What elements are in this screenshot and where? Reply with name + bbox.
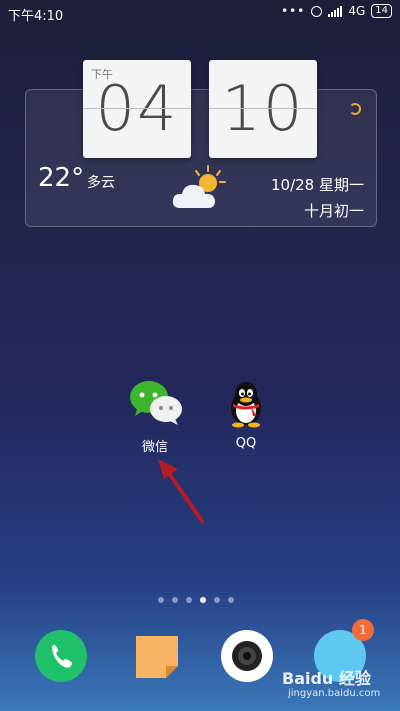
status-bar: 下午4:10 ••• 4G 14 bbox=[0, 0, 400, 26]
red-arrow-annotation bbox=[158, 459, 204, 523]
notes-icon bbox=[136, 636, 178, 678]
qq-app[interactable]: QQ bbox=[211, 378, 281, 451]
phone-app[interactable] bbox=[35, 630, 87, 682]
camera-lens-icon bbox=[232, 641, 262, 671]
clock-minute-card[interactable]: 10 bbox=[209, 60, 317, 158]
partly-cloudy-icon bbox=[172, 165, 226, 208]
refresh-icon[interactable] bbox=[349, 103, 361, 115]
notification-dots-icon: ••• bbox=[281, 4, 306, 18]
clock-hour-card[interactable]: 下午 04 bbox=[83, 60, 191, 158]
phone-icon bbox=[52, 645, 72, 668]
wechat-label: 微信 bbox=[141, 440, 168, 455]
baidu-watermark: Baidu 经验 bbox=[282, 669, 371, 688]
clock-minute: 10 bbox=[221, 72, 305, 145]
date-label: 10/28 星期一 bbox=[271, 176, 364, 194]
page-dot-active[interactable] bbox=[200, 597, 206, 603]
page-indicator[interactable] bbox=[158, 597, 234, 603]
alarm-icon bbox=[311, 5, 323, 17]
qq-penguin-icon bbox=[231, 382, 261, 428]
wechat-icon bbox=[130, 381, 182, 425]
page-dot[interactable] bbox=[158, 597, 164, 603]
qq-label: QQ bbox=[235, 436, 257, 451]
camera-app[interactable] bbox=[221, 630, 273, 682]
page-dot[interactable] bbox=[214, 597, 220, 603]
wechat-app[interactable]: 微信 bbox=[120, 378, 190, 455]
page-dot[interactable] bbox=[186, 597, 192, 603]
notes-app[interactable] bbox=[132, 630, 184, 682]
status-icons: ••• 4G 14 bbox=[281, 4, 392, 18]
status-time: 下午4:10 bbox=[8, 9, 64, 24]
temperature: 22° bbox=[38, 163, 85, 193]
battery-icon: 14 bbox=[371, 4, 392, 18]
signal-icon bbox=[328, 5, 343, 17]
weather-condition: 多云 bbox=[87, 175, 115, 191]
page-dot[interactable] bbox=[172, 597, 178, 603]
baidu-watermark-url: jingyan.baidu.com bbox=[288, 688, 381, 699]
clock-hour: 04 bbox=[95, 72, 179, 145]
lunar-date-label: 十月初一 bbox=[303, 202, 364, 220]
notification-badge: 1 bbox=[352, 619, 374, 641]
network-label: 4G bbox=[348, 4, 366, 18]
page-dot[interactable] bbox=[228, 597, 234, 603]
